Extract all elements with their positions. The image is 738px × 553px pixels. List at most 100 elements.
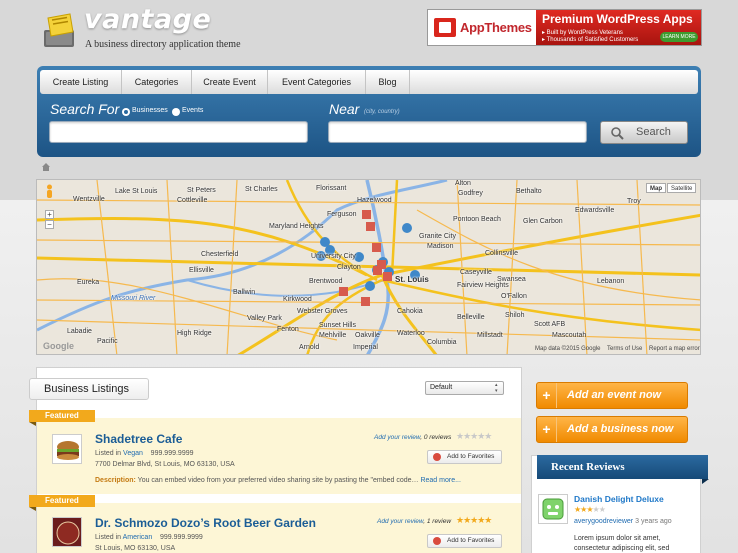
nav-event-categories[interactable]: Event Categories — [268, 70, 366, 94]
map-type-map-button[interactable]: Map — [646, 183, 666, 193]
listing-category-line: Listed in Vegan 999.999.9999 — [95, 450, 194, 457]
map-place: Ferguson — [327, 211, 357, 218]
listing-title[interactable]: Shadetree Cafe — [95, 432, 182, 446]
nav-create-listing[interactable]: Create Listing — [40, 70, 122, 94]
site-title[interactable]: vantage — [84, 4, 211, 35]
map-type-satellite-button[interactable]: Satellite — [667, 183, 697, 193]
map-place: Chesterfield — [201, 251, 239, 258]
map-place: Columbia — [427, 339, 457, 346]
map-place: Kirkwood — [283, 296, 312, 303]
add-event-label: Add an event now — [567, 389, 662, 401]
pegman-icon[interactable] — [45, 184, 54, 200]
map-place: Wentzville — [73, 196, 105, 203]
map-place: Swansea — [497, 276, 526, 283]
map-place: Fenton — [277, 326, 299, 333]
review-thumbnail[interactable] — [538, 494, 568, 524]
search-button[interactable]: Search — [600, 121, 688, 144]
reviewer-link[interactable]: averygoodreviewer — [574, 518, 633, 525]
map-place: Clayton — [337, 264, 361, 271]
review-title-link[interactable]: Danish Delight Deluxe — [574, 494, 664, 504]
listing-description: Description: You can embed video from yo… — [95, 477, 461, 484]
listing-category-link[interactable]: American — [123, 534, 153, 541]
radio-businesses[interactable] — [122, 108, 130, 116]
map-place: Belleville — [457, 314, 485, 321]
listing-thumbnail[interactable] — [52, 434, 82, 464]
listing-rating-stars[interactable]: ★★★★★ — [456, 516, 492, 525]
near-hint: (city, country) — [364, 109, 400, 115]
ad-learn-more-button[interactable]: LEARN MORE — [660, 32, 698, 42]
map-place: Lebanon — [597, 278, 625, 285]
vantage-logo-icon[interactable] — [40, 10, 80, 50]
map-place: Valley Park — [247, 315, 282, 322]
listing-title[interactable]: Dr. Schmozo Dozo’s Root Beer Garden — [95, 516, 316, 530]
nav-blog[interactable]: Blog — [366, 70, 410, 94]
review-meta: averygoodreviewer 3 years ago — [574, 518, 672, 525]
map-river-label: Missouri River — [111, 295, 156, 302]
map-place: Edwardsville — [575, 207, 615, 214]
map-place: Ballwin — [233, 289, 256, 296]
map-place: Eureka — [77, 279, 100, 286]
sort-select[interactable]: Default — [425, 381, 504, 395]
recent-reviews-header: Recent Reviews — [537, 455, 709, 484]
appthemes-logo-icon — [434, 18, 456, 37]
map-place: Millstadt — [477, 332, 503, 339]
radio-events-label[interactable]: Events — [182, 107, 203, 114]
appthemes-ad-banner[interactable]: AppThemes Premium WordPress Apps ▸ Built… — [427, 9, 702, 46]
map-place: High Ridge — [177, 330, 212, 337]
search-input[interactable] — [49, 121, 308, 143]
ad-brand-name: AppThemes — [460, 20, 532, 35]
listing-review-line: Add your review, 0 reviews — [374, 434, 452, 441]
ad-brand-area: AppThemes — [428, 10, 536, 45]
google-logo[interactable]: Google — [43, 341, 74, 351]
map-report-link[interactable]: Report a map error — [649, 346, 700, 352]
map-place: Florissant — [316, 185, 347, 192]
map-place: Troy — [627, 198, 641, 205]
map-place: Fairview Heights — [457, 282, 509, 289]
featured-badge: Featured — [29, 410, 95, 426]
add-to-favorites-button[interactable]: Add to Favorites — [427, 450, 502, 464]
map-place: Alton — [455, 180, 471, 187]
home-icon[interactable] — [42, 163, 50, 171]
map-place: St Charles — [245, 186, 278, 193]
map-place: Bethalto — [516, 188, 542, 195]
map-place: Sunset Hills — [319, 322, 356, 329]
map-place: Pontoon Beach — [453, 216, 501, 223]
main-nav: Create Listing Categories Create Event E… — [40, 70, 698, 94]
add-event-button[interactable]: + Add an event now — [536, 382, 688, 409]
map-place: Lake St Louis — [115, 188, 158, 195]
map-data-credit: Map data ©2015 Google — [535, 346, 601, 352]
ad-headline: Premium WordPress Apps — [542, 12, 693, 26]
add-review-link[interactable]: Add your review — [377, 518, 423, 525]
map-terms-link[interactable]: Terms of Use — [607, 346, 642, 352]
radio-businesses-label[interactable]: Businesses — [132, 107, 168, 114]
nav-categories[interactable]: Categories — [122, 70, 192, 94]
map-place: Glen Carbon — [523, 218, 563, 225]
add-business-button[interactable]: + Add a business now — [536, 416, 688, 443]
map-place: Madison — [427, 243, 454, 250]
map-place: Cahokia — [397, 308, 423, 315]
business-listings-tab[interactable]: Business Listings — [29, 378, 149, 400]
ad-line-2: ▸ Thousands of Satisfied Customers — [542, 37, 639, 43]
listing-category-link[interactable]: Vegan — [123, 450, 143, 457]
map-place: Webster Groves — [297, 308, 348, 315]
listing-address: 7700 Delmar Blvd, St Louis, MO 63130, US… — [95, 461, 235, 468]
map-place: Caseyville — [460, 269, 492, 276]
map-city-label: St. Louis — [395, 275, 429, 284]
listings-map[interactable]: Lake St Louis St Peters St Charles Flori… — [36, 179, 701, 355]
plus-icon: + — [537, 383, 557, 408]
listing-rating-stars[interactable]: ★★★★★ — [456, 432, 492, 441]
nav-create-event[interactable]: Create Event — [192, 70, 268, 94]
radio-events[interactable] — [172, 108, 180, 116]
zoom-in-button[interactable]: + — [45, 210, 54, 219]
location-input[interactable] — [328, 121, 587, 143]
add-review-link[interactable]: Add your review — [374, 434, 420, 441]
zoom-out-button[interactable]: − — [45, 220, 54, 229]
map-place: O'Fallon — [501, 293, 527, 300]
read-more-link[interactable]: Read more... — [420, 477, 460, 484]
listing-category-line: Listed in American 999.999.9999 — [95, 534, 203, 541]
add-to-favorites-button[interactable]: Add to Favorites — [427, 534, 502, 548]
map-place: Arnold — [299, 344, 320, 351]
map-place: Shiloh — [505, 312, 525, 319]
listing-thumbnail[interactable] — [52, 517, 82, 547]
map-place: Hazelwood — [357, 197, 392, 204]
